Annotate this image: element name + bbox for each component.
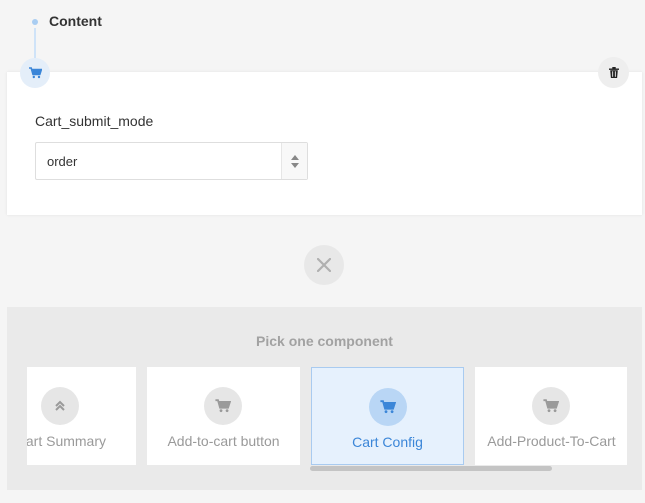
close-icon <box>317 258 331 272</box>
component-label: Cart Config <box>352 434 423 450</box>
trash-icon <box>608 67 619 78</box>
delete-button[interactable] <box>598 57 629 88</box>
cart-submit-mode-label: Cart_submit_mode <box>35 113 154 129</box>
select-value: order <box>47 154 78 169</box>
timeline-line <box>34 28 36 58</box>
select-arrows-icon <box>281 143 307 179</box>
cart-icon <box>369 388 407 426</box>
carousel-scrollbar[interactable] <box>310 466 552 471</box>
component-label: Add-Product-To-Cart <box>487 433 616 449</box>
cart-icon <box>532 387 570 425</box>
component-carousel[interactable]: Cart Summary Add-to-cart button Cart Con… <box>27 367 627 477</box>
component-card-add-to-cart-button[interactable]: Add-to-cart button <box>147 367 300 465</box>
double-chevron-up-icon <box>41 387 79 425</box>
close-picker-button[interactable] <box>304 245 344 285</box>
component-label: Add-to-cart button <box>167 433 280 449</box>
component-card-cart-summary[interactable]: Cart Summary <box>27 367 136 465</box>
component-picker: Pick one component Cart Summary Add-to-c… <box>7 307 642 490</box>
picker-title: Pick one component <box>256 333 393 349</box>
component-card-add-product-to-cart[interactable]: Add-Product-To-Cart <box>475 367 627 465</box>
cart-icon <box>20 58 50 88</box>
timeline-dot <box>32 19 38 25</box>
cart-icon <box>204 387 242 425</box>
component-label: Cart Summary <box>27 433 106 449</box>
section-title: Content <box>49 13 102 29</box>
cart-submit-mode-select[interactable]: order <box>35 142 308 180</box>
component-card-cart-config[interactable]: Cart Config <box>311 367 464 465</box>
